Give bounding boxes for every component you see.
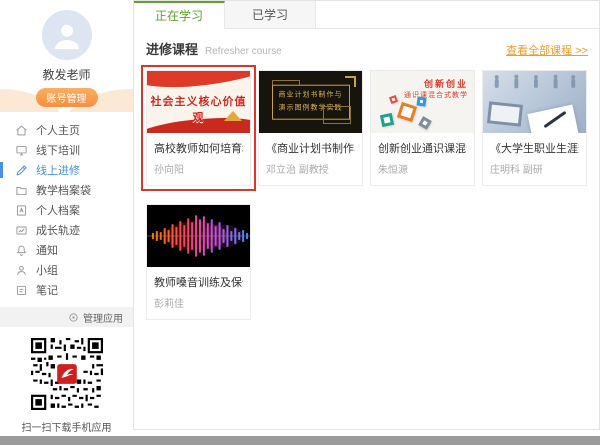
user-icon <box>54 24 79 50</box>
bell-icon <box>16 245 27 256</box>
course-author: 朱恒源 <box>378 165 408 176</box>
qr-code <box>30 338 103 410</box>
course-thumbnail <box>147 205 250 267</box>
course-author: 孙向阳 <box>154 165 184 176</box>
section-title: 进修课程 <box>146 42 199 57</box>
course-card-body: 教师嗓音训练及保健 彭莉佳 <box>147 267 250 319</box>
sidebar-item-personal-file[interactable]: 个人档案 <box>0 200 133 220</box>
manage-apps-label: 管理应用 <box>83 313 123 325</box>
monitor-icon <box>16 145 27 155</box>
sidebar: 教发老师 账号管理 个人主页 线下培训 线上进修 教学档案袋 个人档案 成长轨迹… <box>0 0 133 436</box>
course-card-voice-training[interactable]: 教师嗓音训练及保健 彭莉佳 <box>146 204 251 320</box>
qr-caption: 扫一扫下载手机应用 <box>21 423 112 434</box>
decor-red-band <box>147 71 250 92</box>
sidebar-item-label: 教学档案袋 <box>36 185 91 197</box>
course-author: 彭莉佳 <box>154 299 184 310</box>
course-thumbnail <box>483 71 586 133</box>
decor-sound-wave <box>147 215 250 257</box>
decor-square <box>379 112 395 128</box>
document-icon <box>16 204 27 216</box>
person-icon <box>17 265 26 275</box>
course-card-innovation[interactable]: 创新创业 通识课混合式教学 创新创业通识课混合式教学 朱恒源 <box>370 70 475 186</box>
username: 教发老师 <box>42 68 91 82</box>
course-thumbnail: 创新创业 通识课混合式教学 <box>371 71 474 133</box>
course-card-career-planning[interactable]: 《大学生职业生涯规划》... 庄明科 副研 <box>482 70 587 186</box>
note-icon <box>16 285 27 295</box>
decor-square <box>389 95 398 104</box>
thumbnail-text-box: 商业计划书制作与 演示图例教学实践 <box>271 84 350 120</box>
thumbnail-slogan: 社会主义核心价值观 <box>150 96 247 124</box>
sidebar-menu: 个人主页 线下培训 线上进修 教学档案袋 个人档案 成长轨迹 通知 小组 笔记 <box>0 120 133 300</box>
course-title: 高校教师如何培育和践行... <box>154 143 243 155</box>
tab-bar: 正在学习 已学习 <box>134 1 599 29</box>
course-author: 庄明科 副研 <box>490 165 543 176</box>
main-panel: 正在学习 已学习 进修课程 Refresher course 查看全部课程 >>… <box>133 0 600 430</box>
pen-icon <box>16 164 27 176</box>
section-subtitle: Refresher course <box>205 46 282 57</box>
course-title: 创新创业通识课混合式教学 <box>378 143 467 155</box>
course-grid: 社会主义核心价值观 高校教师如何培育和践行... 孙向阳 商业计划书制作与 演示… <box>134 65 599 320</box>
course-card-body: 创新创业通识课混合式教学 朱恒源 <box>371 133 474 185</box>
course-title: 《大学生职业生涯规划》... <box>490 143 579 155</box>
sidebar-item-label: 成长轨迹 <box>36 225 80 237</box>
course-thumbnail: 商业计划书制作与 演示图例教学实践 <box>259 71 362 133</box>
course-card-core-values[interactable]: 社会主义核心价值观 高校教师如何培育和践行... 孙向阳 <box>141 65 256 191</box>
sidebar-item-label: 小组 <box>36 265 58 277</box>
course-card-body: 《大学生职业生涯规划》... 庄明科 副研 <box>483 133 586 185</box>
view-all-courses-link[interactable]: 查看全部课程 >> <box>506 42 588 58</box>
sidebar-item-label: 个人主页 <box>36 125 80 137</box>
thumbnail-line: 创新创业 <box>423 79 468 89</box>
horizontal-scrollbar[interactable] <box>0 436 600 445</box>
sidebar-item-offline-training[interactable]: 线下培训 <box>0 140 133 160</box>
sidebar-item-notifications[interactable]: 通知 <box>0 240 133 260</box>
section-header: 进修课程 Refresher course 查看全部课程 >> <box>134 29 599 66</box>
course-card-business-plan[interactable]: 商业计划书制作与 演示图例教学实践 《商业计划书制作与演示... 邓立治 副教授 <box>258 70 363 186</box>
course-author: 邓立治 副教授 <box>266 165 329 176</box>
sidebar-item-homepage[interactable]: 个人主页 <box>0 120 133 140</box>
decor-square <box>396 101 418 123</box>
avatar[interactable] <box>41 10 92 60</box>
decor-people-silhouettes <box>494 74 576 89</box>
sidebar-item-label: 笔记 <box>36 285 58 297</box>
tab-learned[interactable]: 已学习 <box>225 1 316 28</box>
sidebar-item-groups[interactable]: 小组 <box>0 260 133 280</box>
thumbnail-line: 演示图例教学实践 <box>278 105 343 112</box>
sidebar-item-label: 线上进修 <box>36 165 80 177</box>
decor-square <box>418 116 432 130</box>
course-thumbnail: 社会主义核心价值观 <box>147 71 250 133</box>
decor-laptop <box>486 101 524 127</box>
manage-apps-button[interactable]: 管理应用 <box>0 307 133 327</box>
course-title: 教师嗓音训练及保健 <box>154 277 243 289</box>
sidebar-item-label: 线下培训 <box>36 145 80 157</box>
course-card-body: 《商业计划书制作与演示... 邓立治 副教授 <box>259 133 362 185</box>
decor-square <box>416 96 427 107</box>
folder-icon <box>16 186 27 195</box>
account-manage-button[interactable]: 账号管理 <box>35 88 98 107</box>
growth-chart-icon <box>16 225 27 235</box>
sidebar-item-online-study[interactable]: 线上进修 <box>0 160 133 180</box>
thumbnail-line: 通识课混合式教学 <box>404 92 468 99</box>
sidebar-item-notes[interactable]: 笔记 <box>0 280 133 300</box>
sidebar-item-teaching-portfolio[interactable]: 教学档案袋 <box>0 180 133 200</box>
profile-section: 教发老师 账号管理 <box>0 0 133 112</box>
app: 教发老师 账号管理 个人主页 线下培训 线上进修 教学档案袋 个人档案 成长轨迹… <box>0 0 600 436</box>
sidebar-item-growth-track[interactable]: 成长轨迹 <box>0 220 133 240</box>
qr-section: 扫一扫下载手机应用 <box>0 338 133 434</box>
gear-icon <box>69 312 78 322</box>
thumbnail-line: 商业计划书制作与 <box>278 91 343 99</box>
sidebar-item-label: 个人档案 <box>36 205 80 217</box>
home-icon <box>16 125 27 135</box>
course-title: 《商业计划书制作与演示... <box>266 143 355 155</box>
tab-currently-learning[interactable]: 正在学习 <box>134 1 225 29</box>
sidebar-item-label: 通知 <box>36 245 58 257</box>
course-card-body: 高校教师如何培育和践行... 孙向阳 <box>147 133 250 185</box>
